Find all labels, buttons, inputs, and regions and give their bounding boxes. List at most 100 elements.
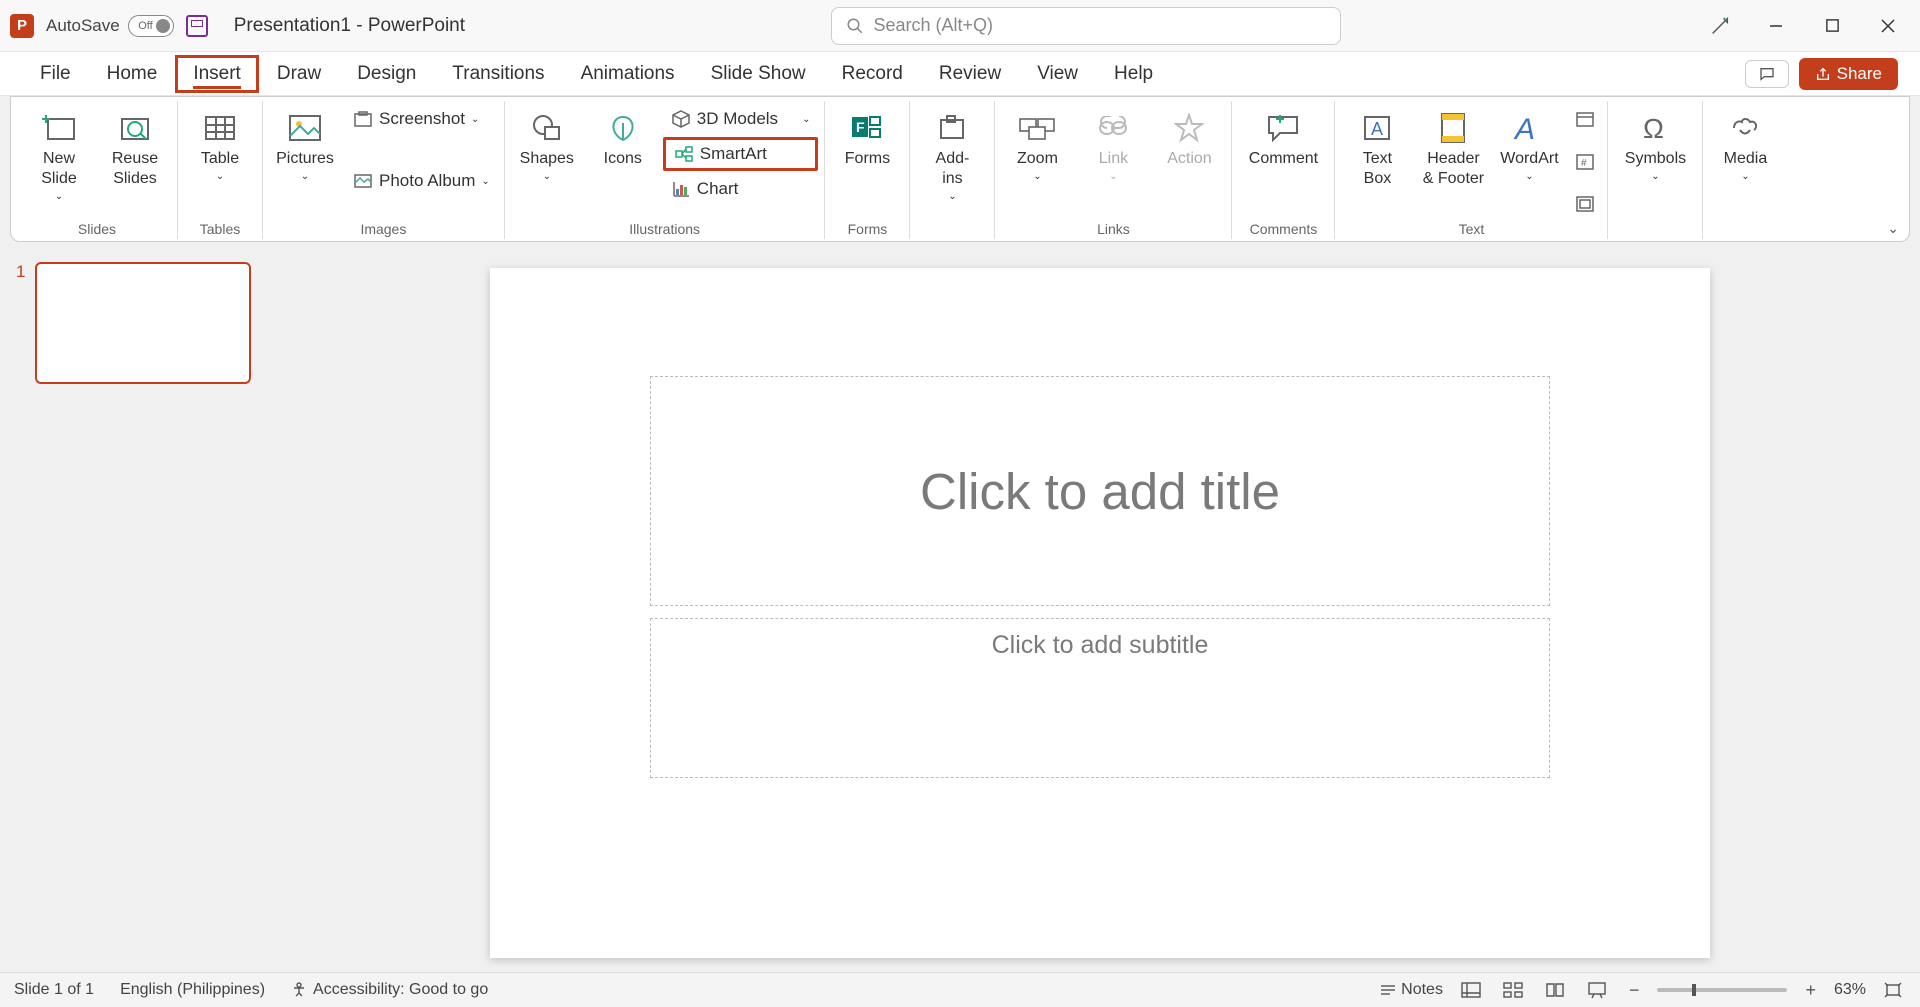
window-controls bbox=[1706, 15, 1910, 37]
ribbon-collapse-button[interactable]: ⌄ bbox=[1887, 220, 1899, 237]
new-slide-button[interactable]: New Slide ⌄ bbox=[23, 105, 95, 208]
tab-help[interactable]: Help bbox=[1096, 55, 1171, 93]
group-tables-label: Tables bbox=[200, 218, 240, 239]
shapes-label: Shapes bbox=[520, 149, 574, 169]
thumbnail-number: 1 bbox=[16, 262, 25, 282]
slide-number-button[interactable]: # bbox=[1569, 150, 1601, 174]
smartart-button[interactable]: SmartArt bbox=[663, 137, 819, 171]
subtitle-placeholder[interactable]: Click to add subtitle bbox=[650, 618, 1550, 778]
object-button[interactable] bbox=[1569, 192, 1601, 216]
svg-text:#: # bbox=[1581, 158, 1587, 169]
cube-icon bbox=[671, 109, 691, 129]
group-comments-label: Comments bbox=[1250, 218, 1318, 239]
slideshow-view-button[interactable] bbox=[1583, 981, 1611, 999]
tab-home[interactable]: Home bbox=[89, 55, 176, 93]
wordart-label: WordArt bbox=[1500, 149, 1558, 169]
slide-thumbnail-1[interactable] bbox=[35, 262, 251, 384]
smartart-label: SmartArt bbox=[700, 144, 767, 164]
wordart-button[interactable]: A WordArt ⌄ bbox=[1493, 105, 1565, 188]
link-label: Link bbox=[1099, 149, 1128, 169]
share-button[interactable]: Share bbox=[1799, 58, 1898, 90]
tab-design[interactable]: Design bbox=[339, 55, 434, 93]
save-icon[interactable] bbox=[186, 15, 208, 37]
comment-label: Comment bbox=[1249, 149, 1318, 169]
screenshot-button[interactable]: Screenshot ⌄ bbox=[345, 105, 498, 133]
close-button[interactable] bbox=[1874, 18, 1902, 34]
tab-insert[interactable]: Insert bbox=[175, 55, 259, 93]
group-forms: F Forms Forms bbox=[825, 101, 910, 239]
thumbnail-row: 1 bbox=[16, 262, 264, 384]
chevron-down-icon: ⌄ bbox=[471, 114, 479, 125]
title-placeholder[interactable]: Click to add title bbox=[650, 376, 1550, 606]
group-text-label: Text bbox=[1459, 218, 1485, 239]
media-icon bbox=[1730, 109, 1760, 147]
notes-label: Notes bbox=[1401, 981, 1443, 999]
group-comments: Comment Comments bbox=[1232, 101, 1335, 239]
slide-counter[interactable]: Slide 1 of 1 bbox=[14, 981, 94, 999]
forms-button[interactable]: F Forms bbox=[831, 105, 903, 173]
media-button[interactable]: Media ⌄ bbox=[1709, 105, 1781, 188]
chevron-down-icon: ⌄ bbox=[301, 171, 309, 184]
tab-draw[interactable]: Draw bbox=[259, 55, 339, 93]
chevron-down-icon: ⌄ bbox=[55, 191, 63, 204]
fit-to-window-button[interactable] bbox=[1880, 982, 1906, 998]
new-slide-label: New Slide bbox=[41, 149, 77, 189]
title-bar: P AutoSave Off Presentation1 - PowerPoin… bbox=[0, 0, 1920, 52]
notes-button[interactable]: Notes bbox=[1380, 981, 1443, 999]
maximize-button[interactable] bbox=[1818, 18, 1846, 33]
symbols-label: Symbols bbox=[1625, 149, 1686, 169]
reuse-slides-button[interactable]: Reuse Slides bbox=[99, 105, 171, 193]
minimize-button[interactable] bbox=[1762, 18, 1790, 34]
zoom-in-button[interactable]: + bbox=[1801, 980, 1820, 1001]
slide-canvas-area[interactable]: Click to add title Click to add subtitle bbox=[280, 242, 1920, 972]
zoom-slider[interactable] bbox=[1657, 988, 1787, 992]
tab-view[interactable]: View bbox=[1019, 55, 1096, 93]
chevron-down-icon: ⌄ bbox=[543, 171, 551, 184]
group-text: A Text Box Header & Footer A WordArt ⌄ #… bbox=[1335, 101, 1608, 239]
chart-button[interactable]: Chart bbox=[663, 175, 819, 203]
tab-review[interactable]: Review bbox=[921, 55, 1019, 93]
chart-label: Chart bbox=[697, 179, 739, 199]
zoom-button[interactable]: Zoom ⌄ bbox=[1001, 105, 1073, 188]
textbox-label: Text Box bbox=[1363, 149, 1392, 189]
tab-slideshow[interactable]: Slide Show bbox=[693, 55, 824, 93]
reuse-slides-label: Reuse Slides bbox=[112, 149, 158, 189]
slide-sorter-button[interactable] bbox=[1499, 982, 1527, 998]
action-button[interactable]: Action bbox=[1153, 105, 1225, 173]
addins-button[interactable]: Add- ins ⌄ bbox=[916, 105, 988, 208]
reading-view-button[interactable] bbox=[1541, 982, 1569, 998]
tab-animations[interactable]: Animations bbox=[563, 55, 693, 93]
addins-label: Add- ins bbox=[936, 149, 970, 189]
table-label: Table bbox=[201, 149, 239, 169]
photo-album-button[interactable]: Photo Album ⌄ bbox=[345, 167, 498, 195]
textbox-button[interactable]: A Text Box bbox=[1341, 105, 1413, 193]
autosave-toggle[interactable]: Off bbox=[128, 15, 174, 37]
forms-label: Forms bbox=[845, 149, 890, 169]
comment-button[interactable]: Comment bbox=[1238, 105, 1328, 173]
symbols-button[interactable]: Ω Symbols ⌄ bbox=[1614, 105, 1696, 188]
tab-file[interactable]: File bbox=[22, 55, 89, 93]
tab-transitions[interactable]: Transitions bbox=[434, 55, 562, 93]
powerpoint-app-icon: P bbox=[10, 14, 34, 38]
pictures-button[interactable]: Pictures ⌄ bbox=[269, 105, 341, 188]
table-button[interactable]: Table ⌄ bbox=[184, 105, 256, 188]
accessibility-icon bbox=[291, 982, 307, 998]
icons-button[interactable]: Icons bbox=[587, 105, 659, 173]
chevron-down-icon: ⌄ bbox=[481, 176, 489, 187]
zoom-percent[interactable]: 63% bbox=[1834, 981, 1866, 999]
shapes-button[interactable]: Shapes ⌄ bbox=[511, 105, 583, 188]
tab-record[interactable]: Record bbox=[824, 55, 921, 93]
comments-pane-button[interactable] bbox=[1745, 60, 1789, 88]
header-footer-button[interactable]: Header & Footer bbox=[1417, 105, 1489, 193]
accessibility-status[interactable]: Accessibility: Good to go bbox=[291, 981, 488, 999]
3d-models-button[interactable]: 3D Models ⌄ bbox=[663, 105, 819, 133]
chevron-down-icon: ⌄ bbox=[1741, 171, 1749, 184]
date-time-button[interactable] bbox=[1569, 107, 1601, 131]
language-indicator[interactable]: English (Philippines) bbox=[120, 981, 265, 999]
zoom-out-button[interactable]: − bbox=[1625, 980, 1644, 1001]
normal-view-button[interactable] bbox=[1457, 982, 1485, 998]
search-input[interactable]: Search (Alt+Q) bbox=[831, 7, 1341, 45]
slide[interactable]: Click to add title Click to add subtitle bbox=[490, 268, 1710, 958]
coming-soon-icon[interactable] bbox=[1706, 15, 1734, 37]
link-button[interactable]: Link ⌄ bbox=[1077, 105, 1149, 188]
